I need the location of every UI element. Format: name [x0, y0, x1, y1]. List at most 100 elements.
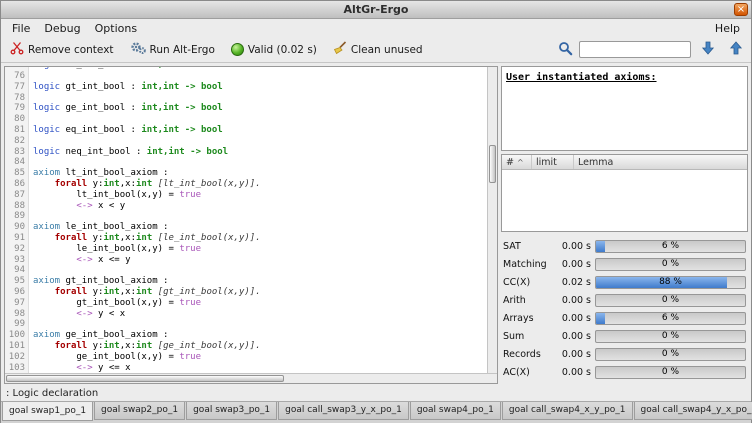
clean-unused-button[interactable]: Clean unused [328, 39, 428, 60]
code-line[interactable]: 86 forall y:int,x:int [lt_int_bool(x,y)]… [5, 179, 487, 190]
column-header-number[interactable]: # ^ [502, 155, 532, 169]
run-alt-ergo-button[interactable]: Run Alt-Ergo [125, 39, 220, 60]
code-line[interactable]: 92 le_int_bool(x,y) = true [5, 244, 487, 255]
code-line[interactable]: 82 [5, 136, 487, 147]
stat-time: 0.00 s [551, 313, 591, 324]
titlebar[interactable]: AltGr-Ergo × [1, 1, 751, 19]
lemma-table-header: # ^ limit Lemma [502, 155, 747, 170]
code-line[interactable]: 76 [5, 71, 487, 82]
line-text: forall y:int,x:int [gt_int_bool(x,y)]. [29, 287, 261, 298]
valid-status-label: Valid (0.02 s) [248, 44, 317, 56]
instantiated-axioms-panel[interactable]: User instantiated axioms: [501, 66, 748, 151]
code-line[interactable]: 93 <-> x <= y [5, 255, 487, 266]
vertical-scrollbar-thumb[interactable] [489, 145, 496, 183]
line-text [29, 265, 33, 276]
goal-tab[interactable]: goal swap2_po_1 [94, 402, 185, 420]
code-line[interactable]: 96 forall y:int,x:int [gt_int_bool(x,y)]… [5, 287, 487, 298]
line-text: logic le_int_bool : int,int -> bool [29, 67, 223, 71]
code-line[interactable]: 91 forall y:int,x:int [le_int_bool(x,y)]… [5, 233, 487, 244]
line-number: 99 [5, 319, 29, 330]
line-text: lt_int_bool(x,y) = true [29, 190, 201, 201]
main-area: 75logic le_int_bool : int,int -> bool767… [1, 63, 751, 387]
code-line[interactable]: 98 <-> y < x [5, 309, 487, 320]
horizontal-scrollbar[interactable] [5, 373, 497, 383]
stat-label: Sum [503, 331, 547, 342]
menu-options[interactable]: Options [88, 21, 144, 36]
line-number: 94 [5, 265, 29, 276]
remove-context-label: Remove context [28, 44, 114, 56]
goal-tab[interactable]: goal call_swap4_x_y_po_1 [502, 402, 633, 420]
line-number: 95 [5, 276, 29, 287]
code-line[interactable]: 94 [5, 265, 487, 276]
stat-percent-label: 0 % [596, 349, 745, 360]
code-line[interactable]: 81logic eq_int_bool : int,int -> bool [5, 125, 487, 136]
column-header-lemma[interactable]: Lemma [574, 155, 747, 169]
goal-tab[interactable]: goal swap4_po_1 [410, 402, 501, 420]
stat-progressbar: 0 % [595, 330, 746, 343]
code-line[interactable]: 103 <-> y <= x [5, 363, 487, 373]
line-number: 82 [5, 136, 29, 147]
line-text: <-> x < y [29, 201, 125, 212]
code-line[interactable]: 77logic gt_int_bool : int,int -> bool [5, 82, 487, 93]
lemma-list[interactable] [502, 170, 747, 231]
menu-debug[interactable]: Debug [37, 21, 87, 36]
code-line[interactable]: 99 [5, 319, 487, 330]
code-line[interactable]: 90axiom le_int_bool_axiom : [5, 222, 487, 233]
vertical-scrollbar[interactable] [487, 67, 497, 373]
line-number: 83 [5, 147, 29, 158]
code-line[interactable]: 95axiom gt_int_bool_axiom : [5, 276, 487, 287]
remove-context-button[interactable]: Remove context [5, 39, 119, 60]
goal-tab[interactable]: goal swap1_po_1 [2, 402, 93, 421]
line-number: 102 [5, 352, 29, 363]
line-number: 84 [5, 157, 29, 168]
code-line[interactable]: 88 <-> x < y [5, 201, 487, 212]
code-line[interactable]: 80 [5, 114, 487, 125]
code-line[interactable]: 87 lt_int_bool(x,y) = true [5, 190, 487, 201]
goal-tab[interactable]: goal swap3_po_1 [186, 402, 277, 420]
code-line[interactable]: 89 [5, 211, 487, 222]
source-editor[interactable]: 75logic le_int_bool : int,int -> bool767… [4, 66, 498, 384]
line-number: 97 [5, 298, 29, 309]
stat-label: AC(X) [503, 367, 547, 378]
stat-percent-label: 0 % [596, 295, 745, 306]
line-text: forall y:int,x:int [le_int_bool(x,y)]. [29, 233, 261, 244]
editor-body: 75logic le_int_bool : int,int -> bool767… [5, 67, 497, 373]
code-line[interactable]: 78 [5, 93, 487, 104]
line-number: 98 [5, 309, 29, 320]
code-line[interactable]: 100axiom ge_int_bool_axiom : [5, 330, 487, 341]
stat-label: Arith [503, 295, 547, 306]
stat-time: 0.00 s [551, 259, 591, 270]
menu-help[interactable]: Help [708, 21, 747, 36]
line-number: 96 [5, 287, 29, 298]
line-number: 90 [5, 222, 29, 233]
code-line[interactable]: 97 gt_int_bool(x,y) = true [5, 298, 487, 309]
close-button[interactable]: × [734, 3, 748, 16]
code-line[interactable]: 85axiom lt_int_bool_axiom : [5, 168, 487, 179]
close-icon: × [737, 4, 745, 15]
goal-tab[interactable]: goal call_swap4_y_x_po_1 [634, 402, 752, 420]
stat-time: 0.00 s [551, 349, 591, 360]
goal-tabbar: goal swap1_po_1goal swap2_po_1goal swap3… [1, 401, 751, 423]
line-text [29, 114, 33, 125]
goal-tab[interactable]: goal call_swap3_y_x_po_1 [278, 402, 409, 420]
gears-icon [130, 41, 146, 58]
column-header-limit[interactable]: limit [532, 155, 574, 169]
line-number: 93 [5, 255, 29, 266]
axioms-panel-title: User instantiated axioms: [506, 72, 657, 83]
code-line[interactable]: 102 ge_int_bool(x,y) = true [5, 352, 487, 363]
line-text [29, 319, 33, 330]
code-line[interactable]: 101 forall y:int,x:int [ge_int_bool(x,y)… [5, 341, 487, 352]
code-line[interactable]: 84 [5, 157, 487, 168]
code-line[interactable]: 83logic neq_int_bool : int,int -> bool [5, 147, 487, 158]
menu-file[interactable]: File [5, 21, 37, 36]
code-lines[interactable]: 75logic le_int_bool : int,int -> bool767… [5, 67, 487, 373]
find-previous-button[interactable] [725, 39, 747, 60]
code-line[interactable]: 79logic ge_int_bool : int,int -> bool [5, 103, 487, 114]
horizontal-scrollbar-thumb[interactable] [6, 375, 284, 382]
stat-percent-label: 0 % [596, 259, 745, 270]
line-number: 92 [5, 244, 29, 255]
line-number: 87 [5, 190, 29, 201]
menubar: FileDebugOptions Help [1, 19, 751, 37]
search-input[interactable] [579, 41, 691, 58]
find-next-button[interactable] [697, 39, 719, 60]
